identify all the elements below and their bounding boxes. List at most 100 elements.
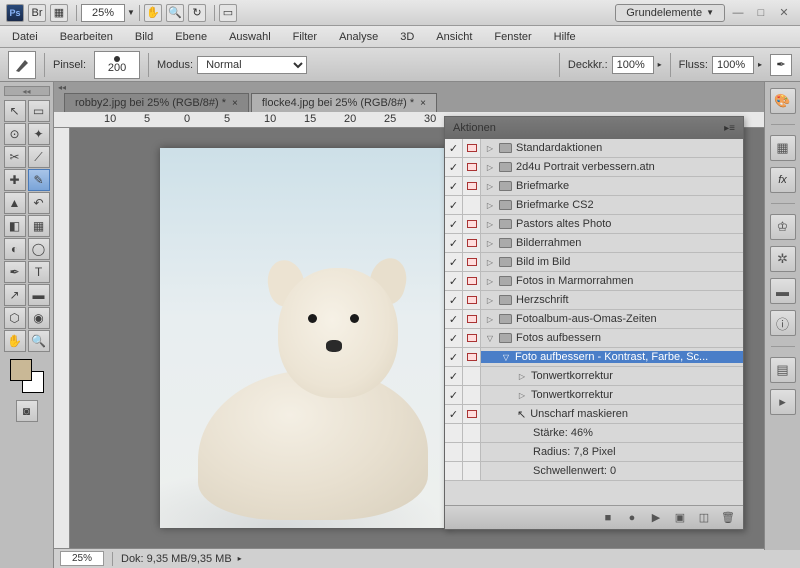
action-dialog-toggle[interactable] xyxy=(463,310,481,328)
zoom-input[interactable] xyxy=(81,4,125,22)
bridge-icon[interactable]: Br xyxy=(28,4,46,22)
action-row[interactable]: ✓▽Fotos aufbessern xyxy=(445,329,743,348)
menu-bearbeiten[interactable]: Bearbeiten xyxy=(56,29,117,45)
action-dialog-toggle[interactable] xyxy=(463,462,481,480)
color-panel-icon[interactable]: 🎨 xyxy=(770,88,796,114)
menu-ansicht[interactable]: Ansicht xyxy=(432,29,476,45)
action-dialog-toggle[interactable] xyxy=(463,348,481,366)
heal-tool[interactable]: ✚ xyxy=(4,169,26,191)
action-dialog-toggle[interactable] xyxy=(463,196,481,214)
doc-handle[interactable]: ◂◂ xyxy=(54,82,800,92)
minimize-button[interactable]: — xyxy=(728,6,748,20)
action-row[interactable]: ✓▷Pastors altes Photo xyxy=(445,215,743,234)
crop-tool[interactable]: ✂ xyxy=(4,146,26,168)
eyedropper-tool[interactable]: ⟋ xyxy=(28,146,50,168)
action-toggle[interactable]: ✓ xyxy=(445,367,463,385)
brush-preview[interactable]: 200 xyxy=(94,51,140,79)
workspace-switcher[interactable]: Grundelemente▼ xyxy=(615,4,725,22)
expand-icon[interactable]: ▷ xyxy=(517,372,527,381)
action-row[interactable]: ✓↖Unscharf maskieren xyxy=(445,405,743,424)
expand-icon[interactable]: ▷ xyxy=(485,239,495,248)
action-row[interactable]: ✓▷Fotos in Marmorrahmen xyxy=(445,272,743,291)
move-tool[interactable]: ↖ xyxy=(4,100,26,122)
action-label[interactable]: ▷Standardaktionen xyxy=(481,142,743,154)
action-label[interactable]: ▷Herzschrift xyxy=(481,294,743,306)
adjustments-panel-icon[interactable]: ♔ xyxy=(770,214,796,240)
rotate-icon[interactable]: ↻ xyxy=(188,4,206,22)
layout-icon[interactable]: ▦ xyxy=(50,4,68,22)
menu-bild[interactable]: Bild xyxy=(131,29,157,45)
action-dialog-toggle[interactable] xyxy=(463,405,481,423)
action-toggle[interactable] xyxy=(445,443,463,461)
color-swatches[interactable] xyxy=(10,359,44,393)
expand-icon[interactable]: ▷ xyxy=(485,144,495,153)
action-toggle[interactable]: ✓ xyxy=(445,234,463,252)
action-row[interactable]: ✓ ▷Tonwertkorrektur xyxy=(445,367,743,386)
new-action-button[interactable]: ◫ xyxy=(695,510,713,526)
opacity-input[interactable] xyxy=(612,56,654,74)
action-dialog-toggle[interactable] xyxy=(463,386,481,404)
menu-fenster[interactable]: Fenster xyxy=(490,29,535,45)
actions-list[interactable]: ✓▷Standardaktionen✓▷2d4u Portrait verbes… xyxy=(445,139,743,505)
action-dialog-toggle[interactable] xyxy=(463,367,481,385)
action-toggle[interactable]: ✓ xyxy=(445,139,463,157)
action-toggle[interactable] xyxy=(445,424,463,442)
history-brush-tool[interactable]: ↶ xyxy=(28,192,50,214)
shape-tool[interactable]: ▬ xyxy=(28,284,50,306)
swatches-panel-icon[interactable]: ▦ xyxy=(770,135,796,161)
expand-icon[interactable]: ▷ xyxy=(485,163,495,172)
action-row[interactable]: ✓▷Fotoalbum-aus-Omas-Zeiten xyxy=(445,310,743,329)
hand-tool-icon[interactable]: ✋ xyxy=(144,4,162,22)
action-toggle[interactable]: ✓ xyxy=(445,158,463,176)
lasso-tool[interactable]: ⊙ xyxy=(4,123,26,145)
action-row[interactable]: ✓▷Bilderrahmen xyxy=(445,234,743,253)
expand-icon[interactable]: ▷ xyxy=(485,277,495,286)
action-row[interactable]: Stärke: 46% xyxy=(445,424,743,443)
action-label[interactable]: ▷Fotoalbum-aus-Omas-Zeiten xyxy=(481,313,743,325)
menu-datei[interactable]: Datei xyxy=(8,29,42,45)
action-dialog-toggle[interactable] xyxy=(463,253,481,271)
action-label[interactable]: ▷Briefmarke xyxy=(481,180,743,192)
action-label[interactable]: Schwellenwert: 0 xyxy=(481,465,743,477)
action-row[interactable]: ✓ ▷Standardaktionen xyxy=(445,139,743,158)
document-tab[interactable]: flocke4.jpg bei 25% (RGB/8#) *× xyxy=(251,93,437,112)
close-icon[interactable]: × xyxy=(232,98,238,109)
expand-icon[interactable]: ▷ xyxy=(485,182,495,191)
maximize-button[interactable]: □ xyxy=(751,6,771,20)
type-tool[interactable]: T xyxy=(28,261,50,283)
action-label[interactable]: ▽Fotos aufbessern xyxy=(481,332,743,344)
menu-analyse[interactable]: Analyse xyxy=(335,29,382,45)
action-label[interactable]: ▽Foto aufbessern - Kontrast, Farbe, Sc..… xyxy=(481,351,743,363)
menu-auswahl[interactable]: Auswahl xyxy=(225,29,275,45)
action-toggle[interactable]: ✓ xyxy=(445,196,463,214)
action-label[interactable]: ▷Tonwertkorrektur xyxy=(481,370,743,382)
camera-tool[interactable]: ◉ xyxy=(28,307,50,329)
zoom-dropdown-icon[interactable]: ▼ xyxy=(127,8,135,17)
action-label[interactable]: ▷Pastors altes Photo xyxy=(481,218,743,230)
airbrush-icon[interactable]: ✒ xyxy=(770,54,792,76)
action-row[interactable]: Schwellenwert: 0 xyxy=(445,462,743,481)
zoom-tool[interactable]: 🔍 xyxy=(28,330,50,352)
screen-mode-icon[interactable]: ▭ xyxy=(219,4,237,22)
zoom-status-input[interactable] xyxy=(60,551,104,566)
record-button[interactable]: ● xyxy=(623,510,641,526)
action-label[interactable]: Radius: 7,8 Pixel xyxy=(481,446,743,458)
panel-menu-icon[interactable]: ▸≡ xyxy=(724,123,735,134)
action-toggle[interactable]: ✓ xyxy=(445,386,463,404)
close-icon[interactable]: × xyxy=(420,98,426,109)
delete-button[interactable]: 🗑 xyxy=(719,510,737,526)
action-dialog-toggle[interactable] xyxy=(463,139,481,157)
action-row[interactable]: ✓▷2d4u Portrait verbessern.atn xyxy=(445,158,743,177)
action-dialog-toggle[interactable] xyxy=(463,291,481,309)
expand-icon[interactable]: ▷ xyxy=(485,201,495,210)
action-dialog-toggle[interactable] xyxy=(463,234,481,252)
blur-tool[interactable]: ◐ xyxy=(4,238,26,260)
path-tool[interactable]: ↗ xyxy=(4,284,26,306)
action-label[interactable]: Stärke: 46% xyxy=(481,427,743,439)
flow-arrow-icon[interactable]: ▸ xyxy=(758,60,762,69)
zoom-tool-icon[interactable]: 🔍 xyxy=(166,4,184,22)
opacity-arrow-icon[interactable]: ▸ xyxy=(658,60,662,69)
action-row[interactable]: ✓▷Bild im Bild xyxy=(445,253,743,272)
action-toggle[interactable]: ✓ xyxy=(445,272,463,290)
action-toggle[interactable]: ✓ xyxy=(445,405,463,423)
